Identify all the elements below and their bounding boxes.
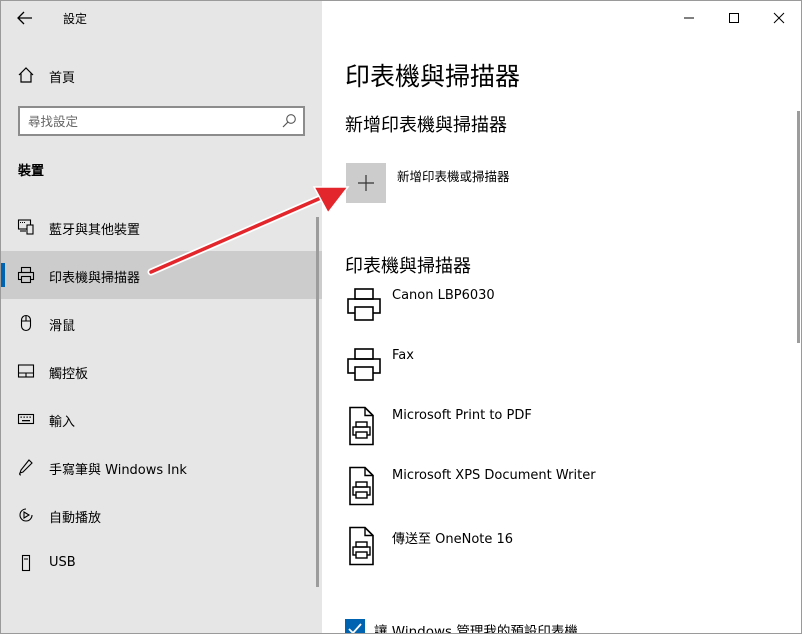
sidebar-item-label: 手寫筆與 Windows Ink [49,463,187,478]
sidebar-item-label: 印表機與掃描器 [49,271,141,286]
document-printer-icon [349,466,374,506]
sidebar-item-autoplay[interactable]: 自動播放 [1,491,322,539]
mouse-icon [20,314,32,332]
sidebar-item-printers[interactable]: 印表機與掃描器 [1,251,322,299]
touchpad-icon [17,364,35,378]
sidebar-item-home-label: 首頁 [49,71,76,86]
sidebar-item-typing[interactable]: 輸入 [1,395,322,443]
default-printer-label: 讓 Windows 管理我的預設印表機 [374,624,578,634]
device-name: Canon LBP6030 [392,288,495,303]
maximize-button[interactable] [711,3,757,33]
minimize-icon [684,17,694,19]
document-printer-icon [349,406,374,446]
sidebar-item-label: 觸控板 [49,367,89,382]
device-name: Microsoft Print to PDF [392,408,532,423]
sidebar-item-label: 自動播放 [49,511,102,526]
device-item[interactable]: Microsoft Print to PDF [345,406,765,456]
keyboard-icon [17,413,35,425]
sidebar-item-pen[interactable]: 手寫筆與 Windows Ink [1,443,322,491]
sidebar-item-label: 藍牙與其他裝置 [49,223,141,238]
sidebar-item-mouse[interactable]: 滑鼠 [1,299,322,347]
printer-icon [347,348,381,381]
device-item[interactable]: Microsoft XPS Document Writer [345,466,765,516]
usb-icon [21,554,31,572]
window-title: 設定 [63,12,88,26]
back-button[interactable] [9,5,41,31]
document-printer-icon [349,526,374,566]
close-button[interactable] [756,3,801,33]
autoplay-icon [19,508,33,522]
bluetooth-devices-icon [17,219,34,235]
printer-icon [17,266,35,284]
back-arrow-icon [17,11,32,25]
page-title: 印表機與掃描器 [345,62,521,91]
device-item[interactable]: Fax [345,346,765,396]
close-icon [773,12,785,24]
add-printer-label[interactable]: 新增印表機或掃描器 [397,166,510,185]
sidebar-item-usb[interactable]: USB [1,539,322,587]
sidebar-scrollbar[interactable] [316,217,319,587]
printer-icon [347,288,381,321]
sidebar-item-bluetooth[interactable]: 藍牙與其他裝置 [1,203,322,251]
sidebar-item-touchpad[interactable]: 觸控板 [1,347,322,395]
checkmark-icon [348,623,362,633]
home-icon [18,67,34,83]
maximize-icon [729,13,739,23]
default-printer-checkbox[interactable] [345,619,365,633]
search-input[interactable] [28,112,268,130]
add-section-heading: 新增印表機與掃描器 [345,115,507,136]
plus-icon [358,175,374,191]
device-name: 傳送至 OneNote 16 [392,532,514,547]
printers-list-heading: 印表機與掃描器 [345,256,471,277]
sidebar-item-label: USB [49,555,76,570]
section-title: 裝置 [18,164,45,179]
sidebar-item-label: 輸入 [49,415,76,430]
main-scrollbar[interactable] [797,111,800,343]
device-item[interactable]: Canon LBP6030 [345,286,765,336]
settings-window: 設定 首頁 裝置 藍牙與其他裝置 [0,0,802,634]
search-box[interactable] [18,106,305,136]
sidebar: 設定 首頁 裝置 藍牙與其他裝置 [1,1,322,633]
device-name: Microsoft XPS Document Writer [392,468,596,483]
minimize-button[interactable] [666,3,712,33]
add-printer-button[interactable] [346,163,386,203]
pen-icon [19,459,33,476]
sidebar-item-label: 滑鼠 [49,319,76,334]
device-item[interactable]: 傳送至 OneNote 16 [345,526,765,576]
selection-indicator [1,263,5,287]
search-icon[interactable] [281,113,297,129]
device-name: Fax [392,348,414,363]
sidebar-item-home[interactable]: 首頁 [1,57,322,93]
